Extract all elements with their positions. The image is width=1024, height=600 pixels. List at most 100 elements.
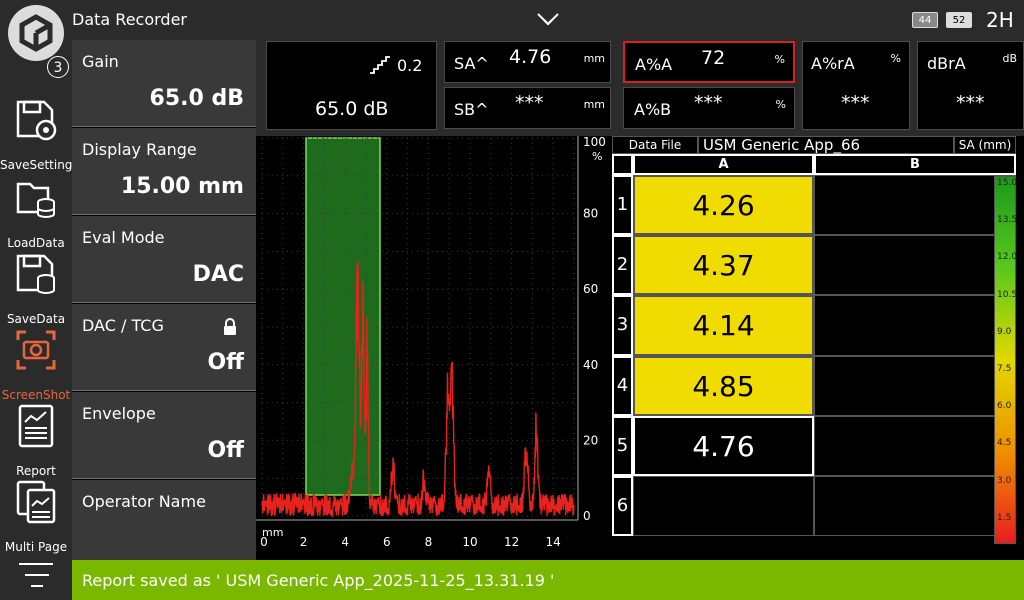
param-label: Envelope: [82, 404, 156, 423]
row-number[interactable]: 3: [612, 295, 633, 356]
cell-a[interactable]: 4.37: [633, 235, 814, 296]
hamburger-menu-icon[interactable]: [17, 560, 55, 590]
save-setting-button[interactable]: SaveSetting: [0, 98, 72, 174]
app-logo-icon[interactable]: [8, 5, 64, 61]
readout-unit: mm: [583, 52, 605, 65]
readout-unit: dB: [1002, 52, 1017, 65]
readout-unit: %: [775, 98, 786, 111]
param-value: 65.0 dB: [149, 86, 244, 111]
readout-value: ***: [694, 92, 723, 114]
color-scale-tick: 12.0: [997, 252, 1018, 263]
screenshot-button[interactable]: ScreenShot: [0, 328, 72, 404]
readout-label: SB^: [454, 100, 489, 119]
param-value: Off: [207, 350, 244, 375]
y-tick-label: 80: [583, 207, 598, 221]
param-label: Display Range: [82, 140, 197, 159]
column-a-header[interactable]: A: [633, 154, 814, 175]
battery-2-icon: 52: [946, 12, 972, 28]
cell-b[interactable]: [814, 295, 1016, 356]
column-header-unit[interactable]: SA (mm): [954, 136, 1016, 154]
save-data-button[interactable]: SaveData: [0, 252, 72, 328]
row-number[interactable]: 4: [612, 355, 633, 416]
param-dac-tcg[interactable]: DAC / TCG Off: [72, 304, 256, 391]
color-scale-tick: 3.0: [997, 475, 1012, 486]
y-tick-label: 40: [583, 358, 598, 372]
battery-1-level: 44: [918, 15, 932, 26]
param-label: Operator Name: [82, 492, 206, 511]
save-settings-icon: [16, 100, 57, 141]
save-data-icon: [16, 254, 55, 294]
readout-value: ***: [841, 92, 870, 114]
gain-step-box[interactable]: 0.2 65.0 dB: [266, 41, 437, 130]
readout-label: A%A: [635, 55, 673, 74]
readout-a-percent-b[interactable]: A%B *** %: [623, 87, 795, 129]
data-table: Data File USM Generic App_66 SA (mm) A B…: [612, 136, 1024, 560]
cell-a[interactable]: 4.85: [633, 355, 814, 416]
readout-unit: %: [774, 53, 785, 66]
step-icon: [370, 56, 390, 74]
color-scale-tick: 13.5: [997, 215, 1018, 226]
param-envelope[interactable]: Envelope Off: [72, 392, 256, 479]
param-display-range[interactable]: Display Range 15.00 mm: [72, 128, 256, 215]
cell-b[interactable]: [814, 355, 1016, 416]
color-scale-tick: 15.0: [997, 178, 1018, 188]
report-icon: [18, 404, 54, 448]
x-tick-label: 14: [546, 535, 561, 549]
readout-value: 4.76: [509, 46, 552, 68]
cell-b[interactable]: [814, 175, 1016, 236]
cell-a[interactable]: 4.76: [633, 415, 814, 476]
notification-badge[interactable]: 3: [47, 56, 69, 78]
param-eval-mode[interactable]: Eval Mode DAC: [72, 216, 256, 303]
color-scale-bar: [994, 176, 1016, 544]
row-number[interactable]: 6: [612, 476, 633, 537]
cell-b[interactable]: [814, 476, 1016, 537]
lock-icon: [224, 318, 236, 335]
report-label: Report: [16, 464, 56, 478]
row-number[interactable]: 5: [612, 415, 633, 476]
readout-sb[interactable]: SB^ *** mm: [444, 87, 611, 129]
readout-label: SA^: [454, 54, 489, 73]
cell-b[interactable]: [814, 235, 1016, 296]
title-bar: Data Recorder 44 52 2H: [72, 0, 1024, 40]
readout-db-ra[interactable]: dBrA dB ***: [917, 41, 1024, 130]
app-title: Data Recorder: [72, 10, 187, 29]
save-setting-label: SaveSetting: [0, 158, 73, 172]
a-scan-display[interactable]: 0 2 4 6 8 10 12 14 100806040200 mm %: [256, 136, 608, 560]
readout-sa[interactable]: SA^ 4.76 mm: [444, 41, 611, 83]
readout-a-percent-a[interactable]: A%A 72 %: [623, 41, 795, 83]
data-file-label: Data File: [612, 136, 698, 154]
cell-b[interactable]: [814, 415, 1016, 476]
row-number[interactable]: 2: [612, 235, 633, 296]
readout-value: ***: [515, 92, 544, 114]
cell-a[interactable]: 4.14: [633, 295, 814, 356]
param-operator-name[interactable]: Operator Name: [72, 480, 256, 560]
column-b-header[interactable]: B: [814, 154, 1016, 175]
param-gain[interactable]: Gain 65.0 dB: [72, 40, 256, 127]
collapse-arrow-icon[interactable]: [536, 10, 560, 30]
x-tick-label: 8: [425, 535, 433, 549]
param-label: DAC / TCG: [82, 316, 164, 335]
save-data-label: SaveData: [6, 312, 66, 326]
multi-page-button[interactable]: Multi Page: [0, 480, 72, 556]
status-message: Report saved as ' USM Generic App_2025-1…: [82, 571, 555, 590]
readout-label: A%B: [634, 100, 672, 119]
table-corner: [612, 154, 633, 175]
readout-unit: mm: [583, 98, 605, 111]
row-number[interactable]: 1: [612, 175, 633, 236]
color-scale-tick: 7.5: [997, 364, 1012, 374]
color-scale-tick: 9.0: [997, 326, 1012, 337]
data-file-name[interactable]: USM Generic App_66: [698, 136, 954, 154]
param-label: Gain: [82, 52, 119, 71]
color-scale-tick: 10.5: [997, 289, 1018, 300]
cell-a[interactable]: 4.26: [633, 175, 814, 236]
readout-a-percent-ra[interactable]: A%rA % ***: [802, 41, 910, 130]
load-data-button[interactable]: LoadData: [0, 176, 72, 252]
report-button[interactable]: Report: [0, 404, 72, 480]
cell-a[interactable]: [633, 476, 814, 537]
gain-box-value: 65.0 dB: [315, 98, 389, 120]
title-right-label: 2H: [986, 8, 1014, 32]
x-axis-unit: mm: [262, 526, 283, 539]
x-tick-label: 6: [383, 535, 391, 549]
gain-step-value: 0.2: [397, 56, 423, 75]
battery-2-level: 52: [952, 15, 966, 26]
